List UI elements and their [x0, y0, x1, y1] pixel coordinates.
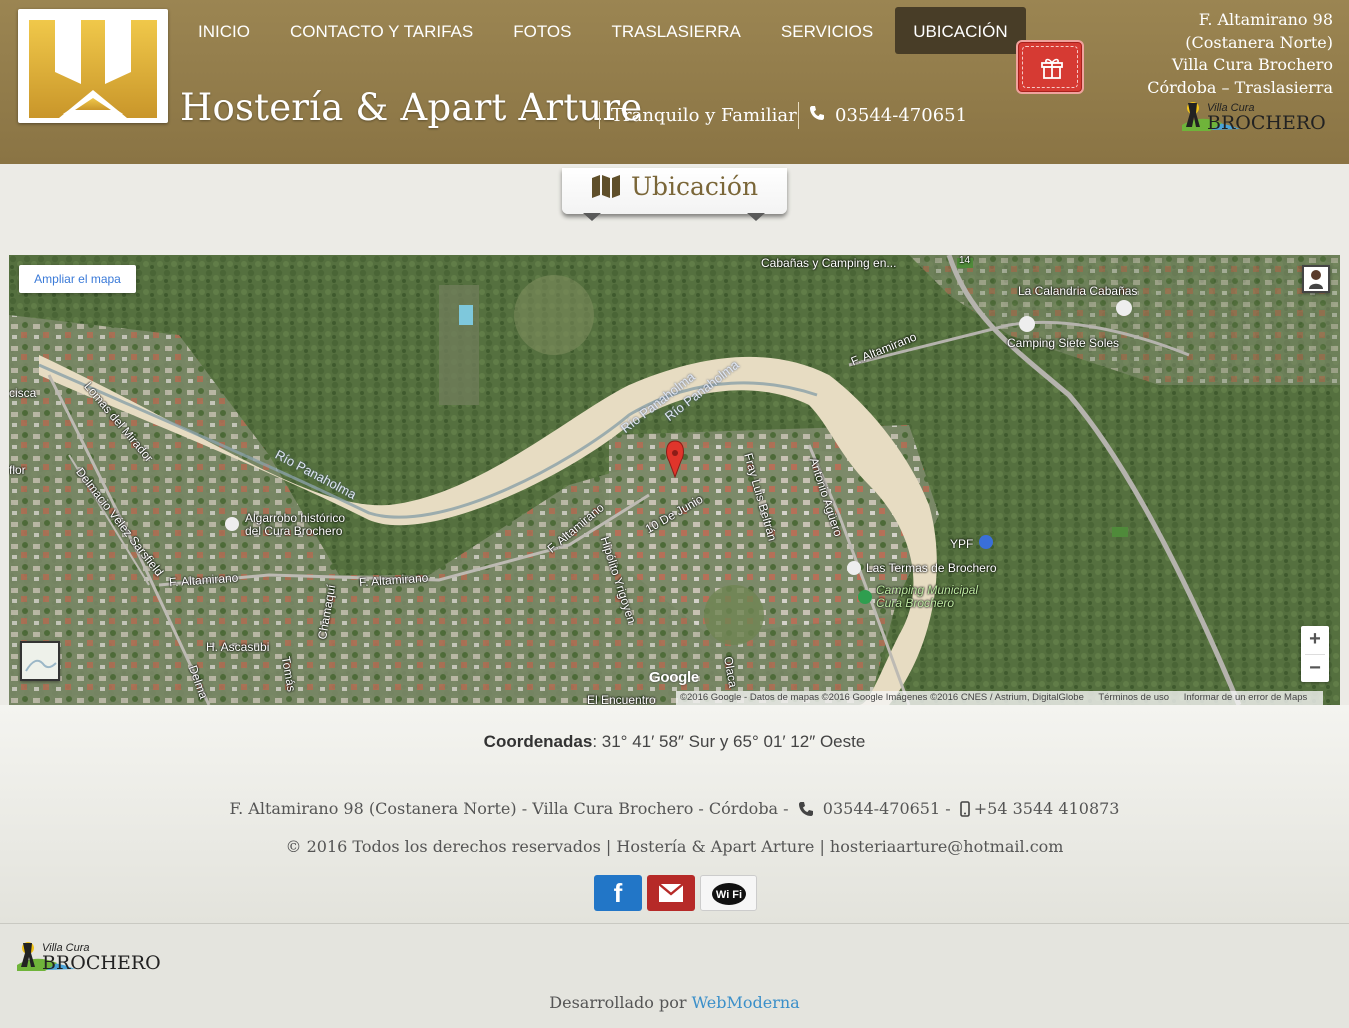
map-label-ascasubi: H. Ascasubi	[206, 640, 270, 654]
section-title-text: Ubicación	[630, 172, 759, 201]
footer-brochero-big-text: BROCHERO	[42, 952, 161, 973]
map-copyright: ©2016 Google - Datos de mapas ©2016 Goog…	[680, 692, 1084, 703]
bottom-bar: Villa Cura BROCHERO Desarrollado por Web…	[0, 923, 1349, 1028]
coordinates: Coordenadas: 31° 41′ 58″ Sur y 65° 01′ 1…	[0, 732, 1349, 752]
section-title-tick-right	[747, 213, 765, 221]
map-label-algarrobo-1: Algarrobo histórico	[245, 511, 346, 525]
map-terms-link[interactable]: Términos de uso	[1098, 692, 1169, 703]
address-line-1: F. Altamirano 98	[1198, 10, 1333, 29]
map-label-ypf: YPF	[950, 537, 974, 551]
phone-icon	[809, 102, 827, 129]
street-view-pegman-icon[interactable]	[1302, 265, 1330, 293]
footer: Coordenadas: 31° 41′ 58″ Sur y 65° 01′ 1…	[0, 705, 1349, 923]
map-label-algarrobo-2: del Cura Brochero	[245, 524, 343, 538]
site-logo[interactable]	[18, 9, 168, 123]
site-tagline: Tranquilo y Familiar	[599, 102, 797, 129]
zoom-in-button[interactable]: +	[1301, 626, 1329, 654]
gift-icon	[1041, 58, 1063, 79]
gift-button[interactable]	[1016, 40, 1084, 94]
nav-servicios[interactable]: SERVICIOS	[763, 7, 891, 54]
coordinates-label: Coordenadas	[483, 732, 593, 751]
wifi-button[interactable]: Wi Fi	[700, 875, 757, 911]
mail-icon	[658, 883, 684, 902]
nav-traslasierra[interactable]: TRASLASIERRA	[593, 7, 758, 54]
google-map[interactable]: Cabañas y Camping en... 14 La Calandria …	[9, 255, 1340, 705]
expand-map-link[interactable]: Ampliar el mapa	[19, 265, 136, 293]
brochero-logo-footer[interactable]: Villa Cura BROCHERO	[15, 939, 170, 977]
wifi-text: Wi Fi	[716, 889, 742, 901]
footer-contact-line: F. Altamirano 98 (Costanera Norte) - Vil…	[0, 799, 1349, 821]
site-title[interactable]: Hostería & Apart Arture	[180, 86, 642, 129]
terrain-toggle-button[interactable]	[20, 641, 60, 681]
developer-prefix: Desarrollado por	[549, 993, 687, 1012]
zoom-controls: + −	[1301, 626, 1329, 682]
map-label-calandria: La Calandria Cabañas	[1018, 284, 1138, 298]
map-label-cisca: cisca	[9, 386, 37, 400]
nav-inicio[interactable]: INICIO	[180, 7, 268, 54]
map-label-termas: Las Termas de Brochero	[866, 561, 997, 575]
header-phone: 03544-470651	[798, 102, 967, 129]
map-icon	[591, 171, 621, 209]
section-title-tick-left	[583, 213, 601, 221]
map-label-encuentro: El Encuentro	[587, 693, 656, 705]
mobile-icon	[959, 801, 970, 821]
phone-icon	[798, 801, 814, 821]
address-line-3: Villa Cura Brochero	[1171, 55, 1333, 74]
facebook-button[interactable]: f	[594, 875, 642, 911]
header-address: F. Altamirano 98 (Costanera Norte) Villa…	[1147, 9, 1333, 99]
footer-copyright: © 2016 Todos los derechos reservados | H…	[285, 837, 1064, 856]
google-logo: Google	[649, 669, 699, 686]
nav-contacto-tarifas[interactable]: CONTACTO Y TARIFAS	[272, 7, 491, 54]
nav-ubicacion[interactable]: UBICACIÓN	[895, 7, 1026, 54]
developer-link[interactable]: WebModerna	[692, 993, 800, 1012]
nav-fotos[interactable]: FOTOS	[495, 7, 589, 54]
developer-credit: Desarrollado por WebModerna	[0, 993, 1349, 1012]
footer-phone: 03544-470651 -	[822, 799, 951, 818]
map-label-flor: flor	[9, 463, 26, 477]
social-links: f Wi Fi	[594, 875, 757, 911]
map-attribution: ©2016 Google - Datos de mapas ©2016 Goog…	[676, 691, 1324, 705]
wifi-icon: Wi Fi	[712, 883, 746, 905]
route-14-label: 14	[959, 255, 971, 266]
map-label-siete-soles: Camping Siete Soles	[1007, 336, 1120, 350]
map-report-error-link[interactable]: Informar de un error de Maps	[1184, 692, 1308, 703]
facebook-icon: f	[613, 878, 623, 908]
main-nav: INICIO CONTACTO Y TARIFAS FOTOS TRASLASI…	[180, 7, 1030, 54]
map-label-camping-mun-1: Camping Municipal	[876, 583, 979, 597]
section-title: Ubicación	[562, 168, 787, 214]
zoom-out-button[interactable]: −	[1301, 655, 1329, 683]
address-line-2: (Costanera Norte)	[1185, 32, 1333, 52]
brochero-big-text: BROCHERO	[1207, 112, 1326, 133]
email-button[interactable]	[647, 875, 695, 911]
site-header: INICIO CONTACTO Y TARIFAS FOTOS TRASLASI…	[0, 0, 1349, 164]
map-label-camping-mun-2: Cura Brochero	[876, 596, 955, 610]
map-label-cabanas: Cabañas y Camping en...	[761, 256, 897, 270]
header-phone-number: 03544-470651	[835, 105, 968, 126]
footer-mobile: +54 3544 410873	[973, 799, 1120, 818]
address-line-4: Córdoba – Traslasierra	[1147, 77, 1333, 97]
brochero-logo-header[interactable]: Villa Cura BROCHERO	[1180, 99, 1335, 137]
coordinates-value: : 31° 41′ 58″ Sur y 65° 01′ 12″ Oeste	[592, 732, 866, 751]
footer-address: F. Altamirano 98 (Costanera Norte) - Vil…	[229, 799, 789, 818]
